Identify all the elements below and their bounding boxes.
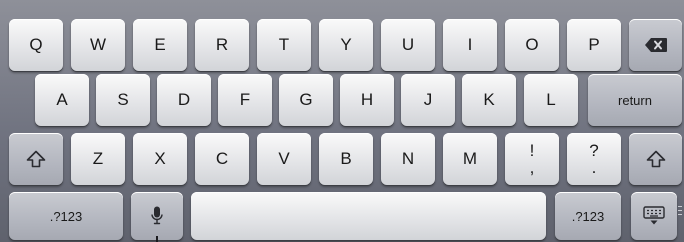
- key-label: S: [117, 90, 129, 109]
- key-w[interactable]: W: [71, 19, 125, 71]
- key-l[interactable]: L: [524, 74, 578, 126]
- shift-icon: [26, 150, 46, 168]
- shift-key-right[interactable]: [629, 133, 682, 185]
- key-o[interactable]: O: [505, 19, 559, 71]
- key-h[interactable]: H: [340, 74, 394, 126]
- key-label: ? .: [589, 142, 598, 176]
- key-label: M: [462, 149, 478, 168]
- key-label: Z: [92, 149, 104, 168]
- on-screen-keyboard: Q W E R T Y U I O P A S D F G H J K L re…: [0, 0, 684, 242]
- key-label: W: [89, 35, 107, 54]
- key-t[interactable]: T: [257, 19, 311, 71]
- numbers-key-right[interactable]: .?123: [555, 192, 621, 240]
- key-k[interactable]: K: [462, 74, 516, 126]
- key-bottom-label: ,: [529, 158, 535, 177]
- key-label: D: [177, 90, 191, 109]
- key-label: I: [467, 35, 473, 54]
- key-q[interactable]: Q: [9, 19, 63, 71]
- key-e[interactable]: E: [133, 19, 187, 71]
- key-label: E: [154, 35, 166, 54]
- key-s[interactable]: S: [96, 74, 150, 126]
- backspace-key[interactable]: [629, 19, 682, 71]
- key-label: O: [525, 35, 539, 54]
- key-label: U: [401, 35, 415, 54]
- shift-icon: [646, 150, 666, 168]
- key-label: G: [299, 90, 313, 109]
- key-label: A: [56, 90, 68, 109]
- key-label: K: [483, 90, 495, 109]
- key-label: ! ,: [530, 142, 535, 176]
- key-r[interactable]: R: [195, 19, 249, 71]
- key-top-label: !: [529, 141, 535, 160]
- key-j[interactable]: J: [401, 74, 455, 126]
- hide-keyboard-icon: [643, 206, 665, 226]
- key-label: B: [340, 149, 352, 168]
- numbers-key-left[interactable]: .?123: [9, 192, 123, 240]
- key-i[interactable]: I: [443, 19, 497, 71]
- key-c[interactable]: C: [195, 133, 249, 185]
- key-a[interactable]: A: [35, 74, 89, 126]
- key-label: V: [278, 149, 290, 168]
- space-bar[interactable]: [191, 192, 546, 240]
- key-label: J: [423, 90, 433, 109]
- key-m[interactable]: M: [443, 133, 497, 185]
- return-key[interactable]: return: [588, 74, 682, 126]
- microphone-icon: [151, 206, 163, 226]
- key-p[interactable]: P: [567, 19, 621, 71]
- key-y[interactable]: Y: [319, 19, 373, 71]
- key-x[interactable]: X: [133, 133, 187, 185]
- key-f[interactable]: F: [218, 74, 272, 126]
- key-label: X: [154, 149, 166, 168]
- key-label: P: [588, 35, 600, 54]
- key-question-period[interactable]: ? .: [567, 133, 621, 185]
- key-bottom-label: .: [591, 158, 597, 177]
- key-u[interactable]: U: [381, 19, 435, 71]
- key-label: T: [278, 35, 290, 54]
- numbers-label: .?123: [49, 208, 83, 224]
- key-g[interactable]: G: [279, 74, 333, 126]
- key-b[interactable]: B: [319, 133, 373, 185]
- key-label: Y: [340, 35, 352, 54]
- key-label: F: [239, 90, 251, 109]
- key-top-label: ?: [589, 141, 599, 160]
- key-label: L: [546, 90, 556, 109]
- return-label: return: [618, 92, 652, 108]
- key-label: H: [360, 90, 374, 109]
- key-label: Q: [29, 35, 43, 54]
- dictation-key[interactable]: [131, 192, 183, 240]
- key-n[interactable]: N: [381, 133, 435, 185]
- backspace-icon: [644, 38, 667, 52]
- key-label: C: [215, 149, 229, 168]
- key-d[interactable]: D: [157, 74, 211, 126]
- hide-keyboard-key[interactable]: [631, 192, 677, 240]
- key-label: R: [215, 35, 229, 54]
- key-z[interactable]: Z: [71, 133, 125, 185]
- numbers-label: .?123: [571, 208, 605, 224]
- key-exclaim-comma[interactable]: ! ,: [505, 133, 559, 185]
- resize-grip: [678, 206, 684, 222]
- key-v[interactable]: V: [257, 133, 311, 185]
- text-cursor: [156, 236, 158, 242]
- shift-key-left[interactable]: [9, 133, 63, 185]
- key-label: N: [401, 149, 415, 168]
